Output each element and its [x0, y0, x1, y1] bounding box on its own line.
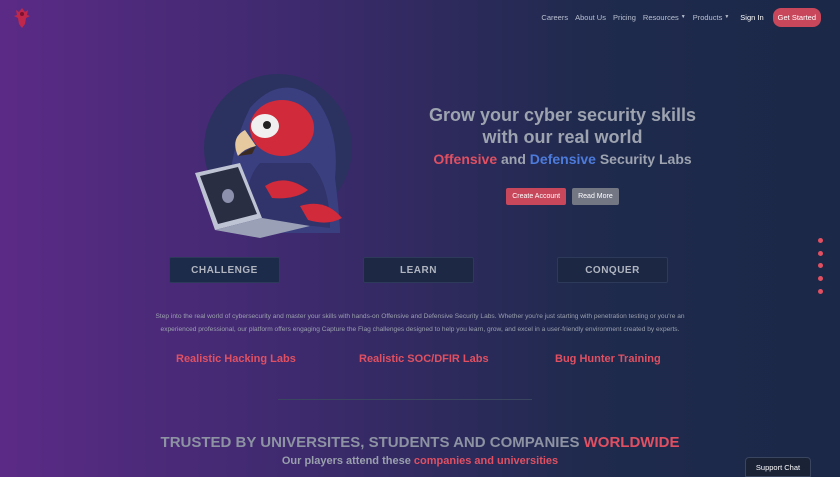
nav-resources[interactable]: Resources ▼ — [643, 13, 686, 22]
nav-products[interactable]: Products ▼ — [693, 13, 730, 22]
feature-bug-hunter: Bug Hunter Training — [555, 353, 661, 365]
trusted-heading: TRUSTED BY UNIVERSITES, STUDENTS AND COM… — [0, 434, 840, 451]
nav-pricing[interactable]: Pricing — [613, 13, 636, 22]
chevron-down-icon: ▼ — [680, 14, 686, 20]
logo-icon[interactable] — [10, 6, 34, 30]
section-dot-2[interactable] — [818, 250, 823, 256]
security-labs-word: Security Labs — [599, 151, 692, 167]
section-dot-5[interactable] — [818, 288, 823, 294]
section-dot-1[interactable] — [818, 238, 823, 243]
nav-about-us[interactable]: About Us — [575, 13, 606, 22]
players-main-text: Our players attend these — [281, 455, 411, 467]
hero-title-line1: Grow your cyber security skills — [428, 105, 697, 125]
and-word: and — [501, 151, 526, 167]
top-nav: Careers About Us Pricing Resources ▼ Prod… — [541, 7, 840, 27]
intro-description: Step into the real world of cybersecurit… — [155, 313, 685, 333]
hooded-parrot-hacker-illustration — [190, 68, 360, 238]
hero-subtitle: Offensive and Defensive Security Labs — [420, 151, 705, 167]
pillar-learn: LEARN — [363, 257, 474, 283]
defensive-word: Defensive — [529, 151, 596, 167]
pillar-conquer: CONQUER — [557, 257, 668, 283]
sign-in-link[interactable]: Sign In — [740, 13, 763, 22]
section-divider — [278, 399, 532, 400]
get-started-button[interactable]: Get Started — [772, 7, 821, 27]
feature-soc-dfir-labs: Realistic SOC/DFIR Labs — [359, 353, 489, 365]
chevron-down-icon: ▼ — [724, 14, 730, 20]
players-subheading: Our players attend these companies and u… — [0, 455, 840, 467]
section-nav-dots — [818, 238, 824, 301]
hero-title-line2: with our real world — [482, 127, 643, 147]
trusted-accent-text: WORLDWIDE — [583, 434, 680, 451]
trusted-main-text: TRUSTED BY UNIVERSITES, STUDENTS AND COM… — [160, 434, 580, 451]
create-account-button[interactable]: Create Account — [506, 188, 567, 205]
players-accent-text: companies and universities — [413, 455, 559, 467]
nav-careers[interactable]: Careers — [541, 13, 568, 22]
read-more-button[interactable]: Read More — [572, 188, 619, 205]
hero-text: Grow your cyber security skills with our… — [420, 104, 705, 205]
offensive-word: Offensive — [433, 151, 498, 167]
support-chat-button[interactable]: Support Chat — [745, 457, 811, 477]
section-dot-3[interactable] — [818, 263, 823, 269]
section-dot-4[interactable] — [818, 276, 823, 282]
pillar-challenge: CHALLENGE — [169, 257, 280, 283]
feature-hacking-labs: Realistic Hacking Labs — [176, 353, 296, 365]
